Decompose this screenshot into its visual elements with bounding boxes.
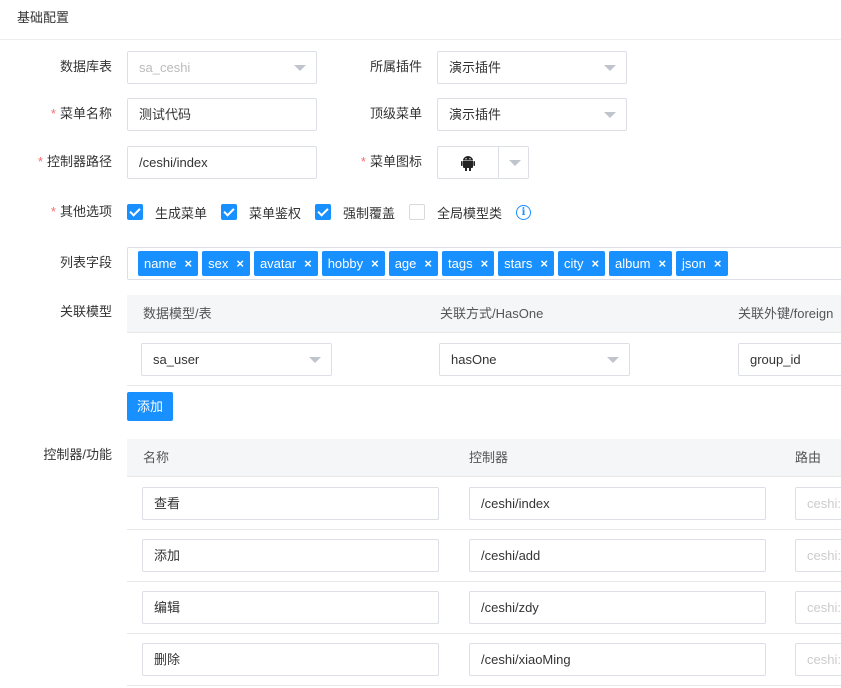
chevron-down-icon	[604, 65, 616, 71]
list-fields-select[interactable]: name × sex × avatar × hobby × age × tags × sta…	[127, 247, 841, 280]
menu-name-label: * 菜单名称	[50, 106, 112, 121]
options-label: * 其他选项	[50, 204, 112, 219]
function-name-input[interactable]: 编辑	[142, 591, 439, 624]
field-tag: sex ×	[202, 251, 250, 276]
chevron-down-icon	[607, 357, 619, 363]
top-menu-select[interactable]: 演示插件	[437, 98, 627, 131]
divider	[498, 147, 499, 178]
close-icon[interactable]: ×	[540, 251, 548, 276]
column-header: 名称	[143, 450, 170, 465]
close-icon[interactable]: ×	[591, 251, 599, 276]
function-controller-input[interactable]: /ceshi/index	[469, 487, 766, 520]
checkbox-label: 全局模型类	[437, 205, 503, 221]
close-icon[interactable]: ×	[304, 251, 312, 276]
field-tag: hobby ×	[321, 251, 385, 276]
controller-table-header: 名称 控制器 路由	[127, 439, 841, 477]
menu-name-input[interactable]: 测试代码	[127, 98, 317, 131]
checkbox-generate-menu[interactable]	[127, 204, 143, 220]
android-icon	[438, 147, 498, 178]
field-tag: tags ×	[442, 251, 495, 276]
info-icon[interactable]: i	[516, 204, 532, 220]
field-tag: album ×	[609, 251, 673, 276]
controller-label: 控制器/功能	[43, 447, 112, 462]
column-header: 控制器	[469, 450, 509, 465]
checkbox-menu-auth[interactable]	[221, 204, 238, 220]
column-header: 关联外键/foreign	[738, 306, 834, 321]
close-icon[interactable]: ×	[424, 251, 432, 276]
checkbox-label: 生成菜单	[155, 205, 208, 221]
db-table-select[interactable]: sa_ceshi	[127, 51, 317, 84]
field-tag: avatar ×	[253, 251, 318, 276]
menu-icon-label: * 菜单图标	[360, 154, 422, 169]
card-title: 基础配置	[17, 10, 70, 25]
card-header: 基础配置	[0, 0, 841, 40]
field-tag: city ×	[557, 251, 606, 276]
controller-path-input[interactable]: /ceshi/index	[127, 146, 317, 179]
checkbox-force-overwrite[interactable]	[315, 204, 332, 220]
checkbox-label: 强制覆盖	[343, 205, 396, 221]
relation-model-select[interactable]: sa_user	[141, 343, 332, 376]
options-group: 生成菜单 菜单鉴权 强制覆盖 全局模型类 i	[127, 196, 532, 228]
function-controller-input[interactable]: /ceshi/xiaoMing	[469, 643, 766, 676]
function-name-input[interactable]: 查看	[142, 487, 439, 520]
field-tag: name ×	[138, 251, 199, 276]
function-route-input[interactable]: ceshi:	[795, 487, 841, 520]
field-tag: json ×	[676, 251, 728, 276]
close-icon[interactable]: ×	[658, 251, 666, 276]
function-name-input[interactable]: 添加	[142, 539, 439, 572]
list-fields-label: 列表字段	[59, 255, 112, 270]
plugin-label: 所属插件	[369, 59, 422, 74]
close-icon[interactable]: ×	[236, 251, 244, 276]
field-tag: age ×	[388, 251, 438, 276]
column-header: 数据模型/表	[143, 306, 212, 321]
relation-foreign-key-input[interactable]: group_id	[738, 343, 841, 376]
chevron-down-icon	[309, 357, 321, 363]
relation-table-header: 数据模型/表 关联方式/HasOne 关联外键/foreign	[127, 295, 841, 333]
function-controller-input[interactable]: /ceshi/add	[469, 539, 766, 572]
relation-label: 关联模型	[59, 304, 112, 319]
function-name-input[interactable]: 删除	[142, 643, 439, 676]
function-controller-input[interactable]: /ceshi/zdy	[469, 591, 766, 624]
close-icon[interactable]: ×	[185, 251, 193, 276]
controller-path-label: * 控制器路径	[37, 154, 112, 169]
close-icon[interactable]: ×	[371, 251, 379, 276]
function-route-input[interactable]: ceshi:	[795, 591, 841, 624]
top-menu-label: 顶级菜单	[369, 106, 422, 121]
checkbox-label: 菜单鉴权	[249, 205, 302, 221]
add-relation-button[interactable]: 添加	[127, 392, 173, 421]
menu-icon-select[interactable]	[437, 146, 529, 179]
field-tag: stars ×	[498, 251, 554, 276]
function-route-input[interactable]: ceshi:	[795, 643, 841, 676]
relation-type-select[interactable]: hasOne	[439, 343, 630, 376]
chevron-down-icon	[294, 65, 306, 71]
chevron-down-icon	[604, 112, 616, 118]
close-icon[interactable]: ×	[714, 251, 722, 276]
plugin-select[interactable]: 演示插件	[437, 51, 627, 84]
chevron-down-icon[interactable]	[509, 160, 521, 166]
function-route-input[interactable]: ceshi:	[795, 539, 841, 572]
close-icon[interactable]: ×	[481, 251, 489, 276]
db-table-label: 数据库表	[59, 59, 112, 74]
column-header: 路由	[795, 450, 822, 465]
column-header: 关联方式/HasOne	[440, 306, 544, 321]
checkbox-global-model[interactable]	[409, 204, 426, 220]
